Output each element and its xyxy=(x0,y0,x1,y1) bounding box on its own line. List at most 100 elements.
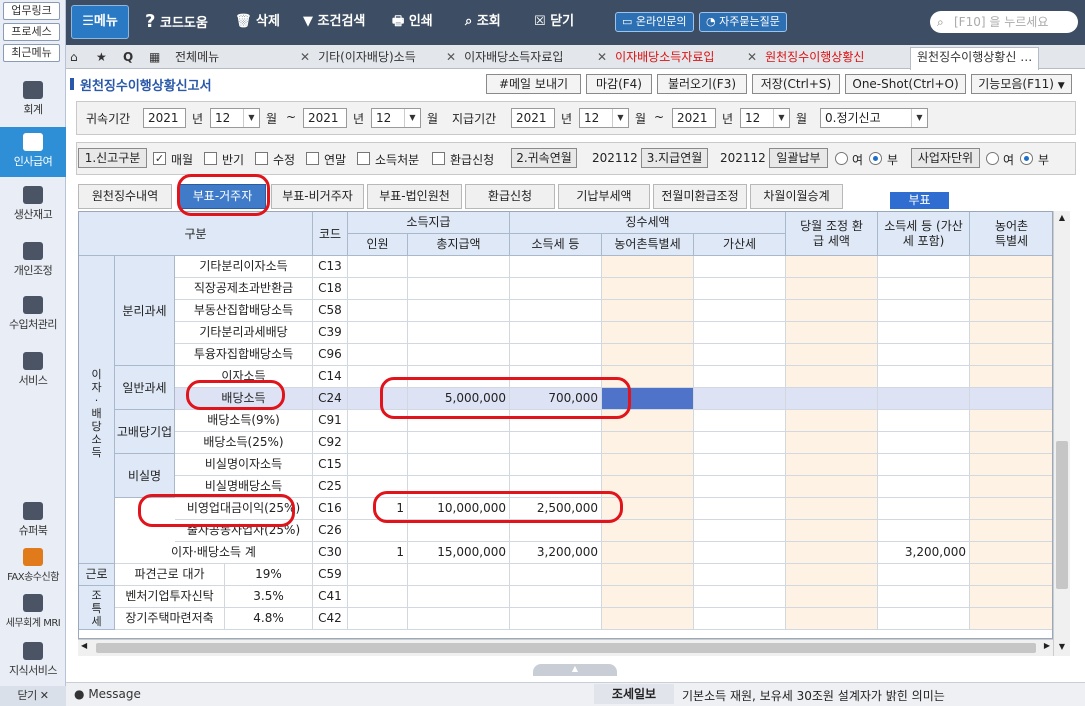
panel-close-button[interactable]: 닫기 ✕ xyxy=(0,686,66,706)
nav-tax-mri[interactable]: 세무회계 MRI xyxy=(0,594,66,634)
cell-penalty[interactable] xyxy=(694,410,786,432)
cell-refund[interactable] xyxy=(786,454,878,476)
cell-penalty[interactable] xyxy=(694,476,786,498)
amend-checkbox[interactable] xyxy=(255,152,268,165)
cell-tax[interactable] xyxy=(510,454,602,476)
cell-rural[interactable] xyxy=(602,542,694,564)
cell-payable[interactable] xyxy=(878,586,970,608)
cell-refund[interactable] xyxy=(786,410,878,432)
cell-penalty[interactable] xyxy=(694,256,786,278)
cell-total[interactable] xyxy=(408,564,510,586)
attr-from-year-input[interactable]: 2021 xyxy=(143,108,186,128)
condition-search-button[interactable]: ▼ 조건검색 xyxy=(303,10,365,34)
refund-checkbox[interactable] xyxy=(432,152,445,165)
cell-payable[interactable] xyxy=(878,388,970,410)
cell-prural[interactable] xyxy=(970,322,1052,344)
tab-withholding-status-1[interactable]: ✕ 원천징수이행상황신 xyxy=(747,48,864,69)
cell-prural[interactable] xyxy=(970,586,1052,608)
search-input[interactable]: ⌕ [F10] 을 누르세요 xyxy=(930,11,1078,33)
close-button[interactable]: ☒ 닫기 xyxy=(534,10,574,34)
one-shot-button[interactable]: One-Shot(Ctrl+O) xyxy=(845,74,966,94)
report-type-select[interactable]: 0.정기신고 ▼ xyxy=(820,108,928,128)
scroll-down-icon[interactable]: ▼ xyxy=(1056,642,1068,654)
cell-penalty[interactable] xyxy=(694,388,786,410)
nav-production[interactable]: 생산재고 xyxy=(0,186,66,230)
cell-total[interactable] xyxy=(408,586,510,608)
subtab-withholding[interactable]: 원천징수내역 xyxy=(78,184,172,209)
cell-total[interactable] xyxy=(408,256,510,278)
home-icon[interactable]: ⌂ xyxy=(70,48,78,69)
biz-yes-radio[interactable] xyxy=(986,152,999,165)
close-icon[interactable]: ✕ xyxy=(597,50,607,64)
cell-rural[interactable] xyxy=(602,300,694,322)
lump-payment-button[interactable]: 일괄납부 xyxy=(769,148,828,168)
cell-payable[interactable] xyxy=(878,300,970,322)
monthly-checkbox[interactable]: ✓ xyxy=(153,152,166,165)
cell-payable[interactable] xyxy=(878,344,970,366)
cell-tax[interactable] xyxy=(510,586,602,608)
cell-persons[interactable] xyxy=(348,586,408,608)
load-button[interactable]: 불러오기(F3) xyxy=(657,74,747,94)
cell-prural[interactable] xyxy=(970,432,1052,454)
cell-penalty[interactable] xyxy=(694,322,786,344)
cell-persons[interactable] xyxy=(348,344,408,366)
cell-prural[interactable] xyxy=(970,410,1052,432)
cell-refund[interactable] xyxy=(786,432,878,454)
cell-total[interactable] xyxy=(408,432,510,454)
nav-personal-adjust[interactable]: 개인조정 xyxy=(0,242,66,286)
cell-rural[interactable] xyxy=(602,278,694,300)
message-button[interactable]: ● Message xyxy=(74,687,141,701)
hscroll-thumb[interactable] xyxy=(96,643,1036,653)
lump-no-radio[interactable] xyxy=(869,152,882,165)
cell-persons[interactable]: 1 xyxy=(348,542,408,564)
cell-refund[interactable] xyxy=(786,498,878,520)
tab-withholding-status-active[interactable]: 원천징수이행상황신 … xyxy=(910,47,1040,70)
scroll-right-icon[interactable]: ▶ xyxy=(1044,641,1050,650)
cell-persons[interactable] xyxy=(348,454,408,476)
cell-payable[interactable] xyxy=(878,608,970,630)
cell-penalty[interactable] xyxy=(694,278,786,300)
nav-knowledge[interactable]: 지식서비스 xyxy=(0,642,66,682)
cell-persons[interactable] xyxy=(348,300,408,322)
pay-from-month-select[interactable]: 12 ▼ xyxy=(579,108,629,128)
cell-penalty[interactable] xyxy=(694,454,786,476)
cell-persons[interactable] xyxy=(348,322,408,344)
cell-total[interactable] xyxy=(408,344,510,366)
cell-refund[interactable] xyxy=(786,608,878,630)
cell-prural[interactable] xyxy=(970,366,1052,388)
attr-ym-button[interactable]: 2.귀속연월 xyxy=(511,148,577,168)
cell-penalty[interactable] xyxy=(694,432,786,454)
annual-checkbox[interactable] xyxy=(306,152,319,165)
cell-refund[interactable] xyxy=(786,542,878,564)
star-icon[interactable]: ★ xyxy=(96,48,107,69)
process-button[interactable]: 프로세스 xyxy=(3,23,60,41)
cell-persons[interactable] xyxy=(348,256,408,278)
cell-prural[interactable] xyxy=(970,300,1052,322)
cell-rural[interactable] xyxy=(602,564,694,586)
grid-menu-icon[interactable]: ▦ xyxy=(149,48,160,69)
cell-refund[interactable] xyxy=(786,278,878,300)
cell-payable[interactable] xyxy=(878,278,970,300)
cell-tax[interactable] xyxy=(510,256,602,278)
online-inquiry-button[interactable]: ▭ 온라인문의 xyxy=(615,12,694,32)
cell-rural[interactable] xyxy=(602,432,694,454)
cell-prural[interactable] xyxy=(970,278,1052,300)
cell-tax[interactable] xyxy=(510,564,602,586)
cell-refund[interactable] xyxy=(786,564,878,586)
cell-refund[interactable] xyxy=(786,520,878,542)
cell-tax[interactable] xyxy=(510,322,602,344)
cell-total[interactable] xyxy=(408,300,510,322)
cell-prural[interactable] xyxy=(970,498,1052,520)
vertical-scrollbar[interactable]: ▲ ▼ xyxy=(1053,211,1070,656)
nav-import-manage[interactable]: 수입처관리 xyxy=(0,296,66,340)
cell-penalty[interactable] xyxy=(694,564,786,586)
nav-fax[interactable]: FAX송수신함 xyxy=(0,548,66,588)
work-link-button[interactable]: 업무링크 xyxy=(3,2,60,20)
cell-refund[interactable] xyxy=(786,300,878,322)
attr-from-month-select[interactable]: 12 ▼ xyxy=(210,108,260,128)
pay-from-year-input[interactable]: 2021 xyxy=(511,108,555,128)
tab-etc-income[interactable]: ✕ 기타(이자배당)소득 xyxy=(300,48,416,69)
cell-prural[interactable] xyxy=(970,520,1052,542)
cell-tax[interactable] xyxy=(510,278,602,300)
cell-tax[interactable] xyxy=(510,432,602,454)
